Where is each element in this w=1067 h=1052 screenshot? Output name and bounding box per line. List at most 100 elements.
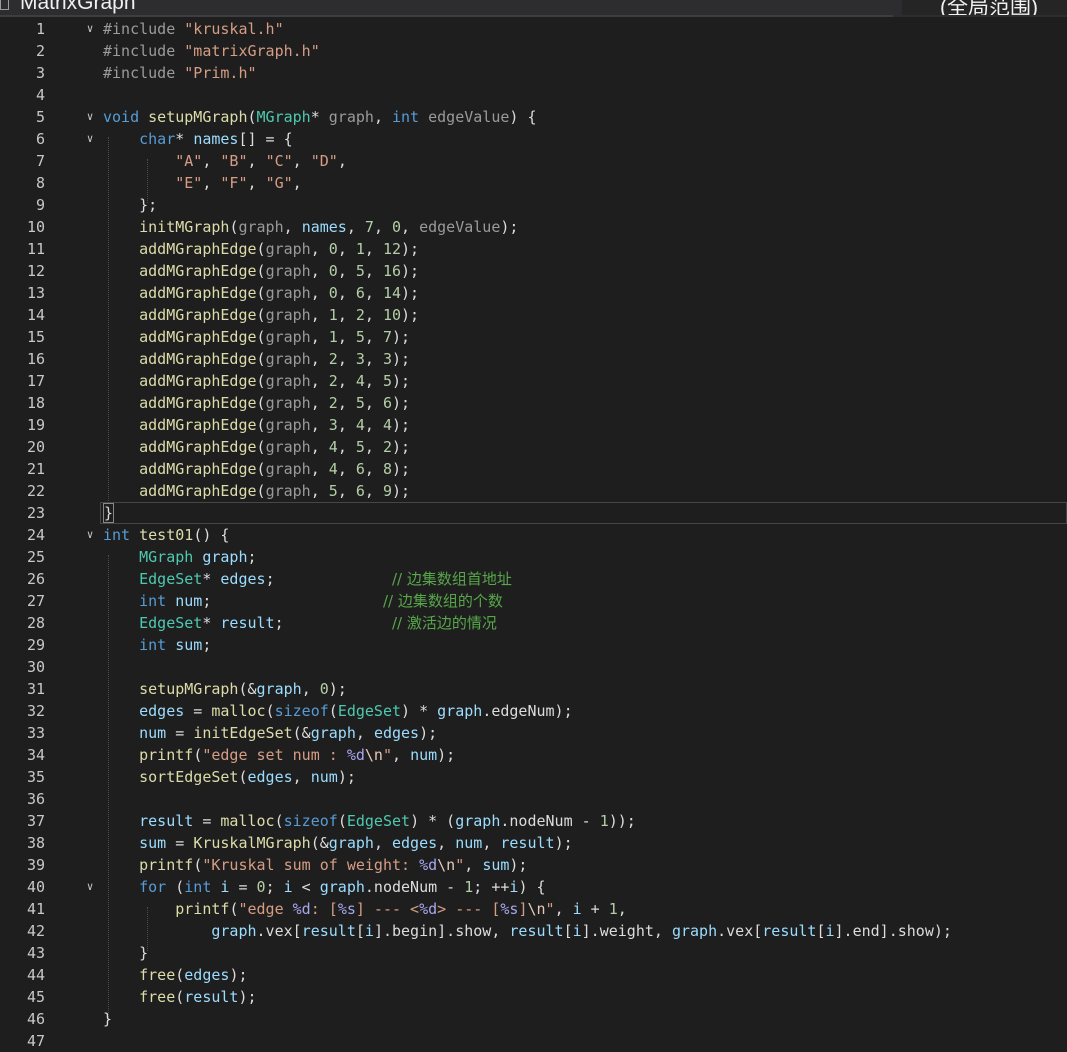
code-token: result (509, 922, 564, 940)
code-token: , (301, 680, 320, 698)
code-token: ) * ( (410, 812, 456, 830)
code-line[interactable]: 37 result = malloc(sizeof(EdgeSet) * (gr… (0, 810, 1067, 832)
code-line[interactable]: 12 addMGraphEdge(graph, 0, 5, 16); (0, 260, 1067, 282)
code-line[interactable]: 23} (0, 502, 1067, 524)
code-line[interactable]: 19 addMGraphEdge(graph, 3, 4, 4); (0, 414, 1067, 436)
code-line[interactable]: 10 initMGraph(graph, names, 7, 0, edgeVa… (0, 216, 1067, 238)
code-token: ); (419, 724, 438, 742)
code-token: , (364, 460, 383, 478)
code-text: addMGraphEdge(graph, 4, 6, 8); (103, 458, 410, 480)
code-line[interactable]: 41 printf("edge %d: [%s] --- <%d> --- [%… (0, 898, 1067, 920)
code-line[interactable]: 33 num = initEdgeSet(&graph, edges); (0, 722, 1067, 744)
code-line[interactable]: 20 addMGraphEdge(graph, 4, 5, 2); (0, 436, 1067, 458)
code-line[interactable]: 6 ∨ char* names[] = { (0, 128, 1067, 150)
code-token: graph (265, 482, 311, 500)
code-line[interactable]: 21 addMGraphEdge(graph, 4, 6, 8); (0, 458, 1067, 480)
code-line[interactable]: 46} (0, 1008, 1067, 1030)
fold-chevron-icon[interactable]: ∨ (84, 18, 96, 40)
code-line[interactable]: 18 addMGraphEdge(graph, 2, 5, 6); (0, 392, 1067, 414)
code-token: ( (256, 284, 266, 302)
code-token: ( (256, 350, 266, 368)
code-text: addMGraphEdge(graph, 0, 5, 16); (103, 260, 419, 282)
code-token: sum (175, 636, 203, 654)
code-line[interactable]: 28 EdgeSet* result; // 激活边的情况 (0, 612, 1067, 634)
code-token: 10 (382, 306, 402, 324)
code-token: "G" (265, 174, 293, 192)
code-line[interactable]: 17 addMGraphEdge(graph, 2, 4, 5); (0, 370, 1067, 392)
code-token: (& (292, 724, 311, 742)
code-token: addMGraphEdge (139, 482, 257, 500)
code-token: graph (256, 680, 302, 698)
code-token: } (103, 503, 115, 523)
code-token: result (301, 922, 356, 940)
code-token: , (364, 306, 383, 324)
code-editor[interactable]: 1 ∨ #include "kruskal.h" 2 #include "matrixG… (0, 18, 1067, 1052)
code-line[interactable]: 40 ∨ for (int i = 0; i < graph.nodeNum - … (0, 876, 1067, 898)
code-line[interactable]: 1 ∨ #include "kruskal.h" (0, 18, 1067, 40)
code-token: ( (247, 108, 257, 126)
fold-chevron-icon[interactable]: ∨ (84, 106, 96, 128)
code-token: int (184, 878, 221, 896)
code-token: 6 (355, 284, 365, 302)
code-token: num (139, 724, 167, 742)
line-number: 43 (26, 944, 45, 962)
code-line[interactable]: 32 edges = malloc(sizeof(EdgeSet) * grap… (0, 700, 1067, 722)
code-token: = (166, 724, 194, 742)
code-line[interactable]: 11 addMGraphEdge(graph, 0, 1, 12); (0, 238, 1067, 260)
code-line[interactable]: 39 printf("Kruskal sum of weight: %d\n",… (0, 854, 1067, 876)
code-token: graph (455, 812, 501, 830)
code-line[interactable]: 22 addMGraphEdge(graph, 5, 6, 9); (0, 480, 1067, 502)
scope-dropdown[interactable]: (全局范围) (902, 0, 1067, 15)
code-line[interactable]: 38 sum = KruskalMGraph(&graph, edges, nu… (0, 832, 1067, 854)
code-line[interactable]: 15 addMGraphEdge(graph, 1, 5, 7); (0, 326, 1067, 348)
code-line[interactable]: 27 int num; // 边集数组的个数 (0, 590, 1067, 612)
code-token: ; (265, 878, 284, 896)
code-token: ( (337, 812, 347, 830)
code-line[interactable]: 34 printf("edge set num : %d\n", num); (0, 744, 1067, 766)
code-line[interactable]: 5 ∨ void setupMGraph(MGraph* graph, int ed… (0, 106, 1067, 128)
code-line[interactable]: 9 }; (0, 194, 1067, 216)
code-line[interactable]: 16 addMGraphEdge(graph, 2, 3, 3); (0, 348, 1067, 370)
code-line[interactable]: 43 } (0, 942, 1067, 964)
code-line[interactable]: 14 addMGraphEdge(graph, 1, 2, 10); (0, 304, 1067, 326)
code-line[interactable]: 24 ∨ int test01() { (0, 524, 1067, 546)
code-line[interactable]: 29 int sum; (0, 634, 1067, 656)
code-line[interactable]: 13 addMGraphEdge(graph, 0, 6, 14); (0, 282, 1067, 304)
code-line[interactable]: 3 #include "Prim.h" (0, 62, 1067, 84)
line-number: 44 (26, 966, 45, 984)
code-line[interactable]: 36 (0, 788, 1067, 810)
code-line[interactable]: 8 "E", "F", "G", (0, 172, 1067, 194)
code-token: , (310, 328, 329, 346)
code-text: printf("edge %d: [%s] --- <%d> --- [%s]\… (103, 898, 627, 920)
line-number: 9 (35, 196, 45, 214)
code-line[interactable]: 45 free(result); (0, 986, 1067, 1008)
code-token: }; (103, 196, 158, 214)
code-line[interactable]: 25 MGraph graph; (0, 546, 1067, 568)
code-token: sum (139, 834, 167, 852)
line-number: 23 (26, 504, 45, 522)
fold-chevron-icon[interactable]: ∨ (84, 128, 96, 150)
code-line[interactable]: 31 setupMGraph(&graph, 0); (0, 678, 1067, 700)
code-line[interactable]: 42 graph.vex[result[i].begin].show, resu… (0, 920, 1067, 942)
code-line[interactable]: 26 EdgeSet* edges; // 边集数组首地址 (0, 568, 1067, 590)
code-line[interactable]: 7 "A", "B", "C", "D", (0, 150, 1067, 172)
code-line[interactable]: 35 sortEdgeSet(edges, num); (0, 766, 1067, 788)
line-number: 27 (26, 592, 45, 610)
code-line[interactable]: 2 #include "matrixGraph.h" (0, 40, 1067, 62)
fold-chevron-icon[interactable]: ∨ (84, 876, 96, 898)
code-token: graph (265, 284, 311, 302)
code-line[interactable]: 4 (0, 84, 1067, 106)
code-token: [] = { (238, 130, 293, 148)
project-dropdown-label[interactable]: MatrixGraph (20, 0, 136, 15)
code-line[interactable]: 47 (0, 1030, 1067, 1052)
fold-chevron-icon[interactable]: ∨ (84, 524, 96, 546)
code-token: 3 (382, 350, 392, 368)
code-line[interactable]: 30 (0, 656, 1067, 678)
code-token: , (346, 218, 365, 236)
code-line[interactable]: 44 free(edges); (0, 964, 1067, 986)
code-token: 6 (355, 460, 365, 478)
